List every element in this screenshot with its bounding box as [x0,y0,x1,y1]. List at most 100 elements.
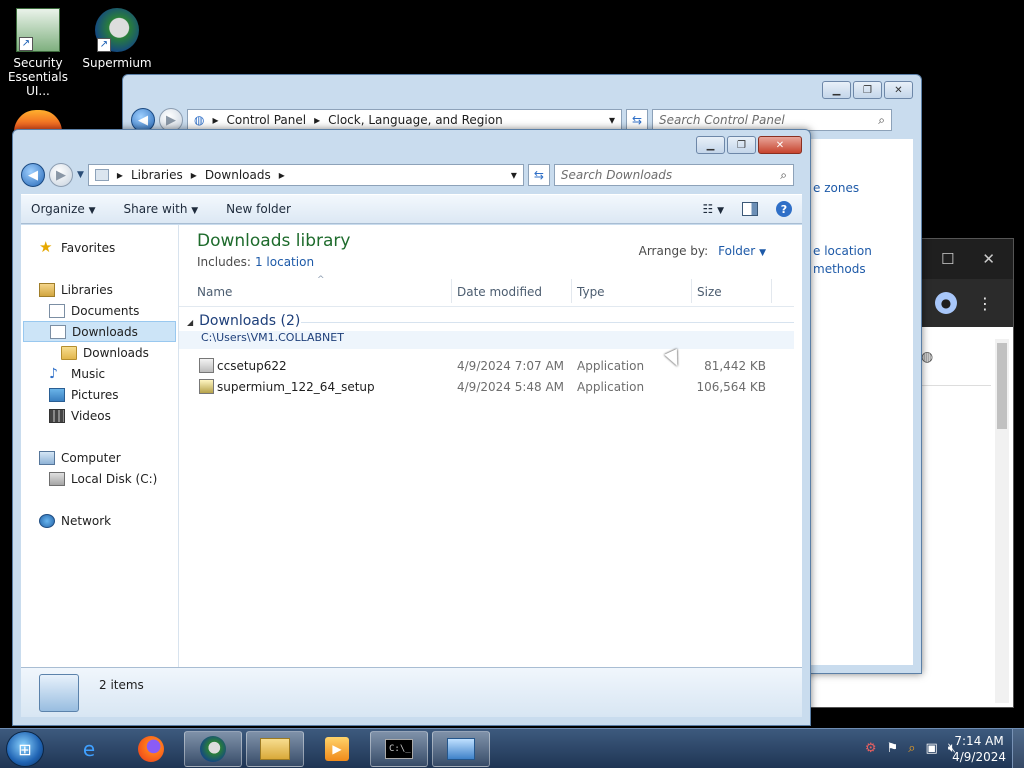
group-label: Downloads (2) [199,313,301,329]
taskbar: ⊞ e ▶ C:\_ ⚙ ⚑ ⌕ ▣ 🔇︎ 7:14 AM 4/9/2024 [0,728,1024,768]
taskbar-media-player[interactable]: ▶ [308,731,366,767]
breadcrumb-separator-icon: ▸ [278,168,285,182]
taskbar-control-panel[interactable] [432,731,490,767]
file-size: 106,564 KB [696,380,766,394]
explorer-window-downloads[interactable]: ▁ ❐ ✕ ◀ ▶ ▼ ▸ Libraries ▸ Downloads ▸ ▾ … [12,129,811,726]
desktop-icon-supermium[interactable]: ↗ Supermium [77,8,157,70]
action-center-flag-icon[interactable]: ⚑ [887,741,899,756]
file-size: 81,442 KB [704,359,766,373]
taskbar-windows-explorer[interactable] [246,731,304,767]
group-header-downloads[interactable]: ◢ Downloads (2) C:\Users\VM1.COLLABNET [179,311,794,349]
help-icon[interactable]: ? [776,201,792,217]
pictures-icon [49,387,65,402]
control-panel-icon: ◍ [194,113,205,127]
group-name: ◢ Downloads (2) [187,313,300,329]
videos-icon [49,408,65,423]
network-tray-icon[interactable]: ▣ [926,741,938,756]
taskbar-internet-explorer[interactable]: e [60,731,118,767]
refresh-button[interactable]: ⇆ [527,164,550,186]
refresh-button[interactable]: ⇆ [626,109,648,131]
close-button[interactable]: ✕ [884,81,913,99]
taskbar-supermium[interactable] [184,731,242,767]
breadcrumb-separator-icon: ▸ [116,168,123,182]
address-dropdown-icon[interactable]: ▾ [609,113,615,127]
address-bar[interactable]: ▸ Libraries ▸ Downloads ▸ ▾ [87,164,524,186]
minimize-button[interactable]: ▁ [696,136,725,154]
minimize-button[interactable]: ▁ [822,81,851,99]
link-time-zones[interactable]: e zones [813,181,859,195]
desktop-icon-security-essentials[interactable]: ↗ Security Essentials UI... [0,8,78,98]
close-icon[interactable]: ✕ [982,250,995,268]
search-control-panel-input[interactable]: Search Control Panel ⌕ [652,109,892,131]
file-row-supermium-setup[interactable]: supermium_122_64_setup 4/9/2024 5:48 AM … [179,377,794,398]
network-icon [39,513,55,528]
nav-network[interactable]: Network [21,510,178,531]
maximize-button[interactable]: ❐ [727,136,756,154]
nav-favorites[interactable]: ★ Favorites [21,237,178,258]
scrollbar-thumb[interactable] [997,343,1007,429]
new-folder-button[interactable]: New folder [226,202,291,216]
arrange-by-dropdown[interactable]: Folder ▼ [718,244,766,258]
taskbar-command-prompt[interactable]: C:\_ [370,731,428,767]
nav-downloads[interactable]: Downloads [23,321,176,342]
forward-button[interactable]: ▶ [49,163,73,187]
chevron-down-icon: ▼ [717,206,724,216]
column-header-type[interactable]: Type [577,285,605,299]
start-button[interactable]: ⊞ [6,731,44,767]
address-dropdown-icon[interactable]: ▾ [511,168,517,182]
nav-local-disk[interactable]: Local Disk (C:) [21,468,178,489]
nav-documents[interactable]: Documents [21,300,178,321]
preview-pane-icon[interactable] [742,202,758,216]
column-header-date-modified[interactable]: Date modified [457,285,542,299]
nav-libraries[interactable]: Libraries [21,279,178,300]
collapse-triangle-icon[interactable]: ◢ [187,318,193,327]
nav-downloads-folder[interactable]: Downloads [21,342,178,363]
tray-search-icon[interactable]: ⌕ [908,741,915,756]
organize-button[interactable]: Organize ▼ [31,202,96,216]
disk-icon [49,471,65,486]
nav-music[interactable]: ♪ Music [21,363,178,384]
maximize-button[interactable]: ❐ [853,81,882,99]
show-desktop-button[interactable] [1012,729,1024,768]
menu-kebab-icon[interactable]: ⋮ [977,294,993,313]
arrange-label: Arrange by: [638,244,709,258]
nav-label: Documents [71,303,140,318]
nav-label: Favorites [61,240,116,255]
taskbar-firefox[interactable] [122,731,180,767]
share-with-button[interactable]: Share with ▼ [124,202,199,216]
link-location[interactable]: e location [813,244,872,258]
breadcrumb-control-panel[interactable]: Control Panel [227,113,307,127]
clock[interactable]: 7:14 AM 4/9/2024 [952,733,1006,765]
breadcrumb-clock-language-region[interactable]: Clock, Language, and Region [328,113,503,127]
arrange-value: Folder [718,244,756,258]
address-bar[interactable]: ◍ ▸ Control Panel ▸ Clock, Language, and… [187,109,622,131]
maximize-icon[interactable]: ☐ [941,250,954,268]
breadcrumb-libraries[interactable]: Libraries [131,168,183,182]
nav-computer[interactable]: Computer [21,447,178,468]
security-essentials-icon: ↗ [16,8,60,52]
nav-label: Downloads [83,345,149,360]
file-row-ccsetup622[interactable]: ccsetup622 4/9/2024 7:07 AM Application … [179,356,794,377]
breadcrumb-separator-icon: ▸ [212,113,219,127]
recent-pages-dropdown-icon[interactable]: ▼ [77,170,84,180]
supermium-icon [200,736,226,762]
shortcut-arrow-icon: ↗ [19,37,33,51]
sort-indicator-icon: ^ [317,275,325,285]
nav-pictures[interactable]: Pictures [21,384,178,405]
change-view-button[interactable]: ☷ ▼ [703,202,725,216]
column-header-name[interactable]: Name [197,285,232,299]
firefox-icon [138,736,164,762]
includes-location-link[interactable]: 1 location [255,255,314,269]
breadcrumb-downloads[interactable]: Downloads [205,168,271,182]
library-icon [94,169,109,181]
back-button[interactable]: ◀ [21,163,45,187]
close-button[interactable]: ✕ [758,136,802,154]
search-downloads-input[interactable]: Search Downloads ⌕ [553,164,794,186]
tray-app-icon[interactable]: ⚙ [865,741,877,756]
nav-videos[interactable]: Videos [21,405,178,426]
column-header-size[interactable]: Size [697,285,722,299]
link-methods[interactable]: methods [813,262,866,276]
profile-avatar-icon[interactable]: ● [935,292,957,314]
chevron-down-icon: ▼ [191,206,199,216]
explorer-nav-bar: ◀ ▶ ▼ ▸ Libraries ▸ Downloads ▸ ▾ ⇆ Sear… [21,162,802,188]
